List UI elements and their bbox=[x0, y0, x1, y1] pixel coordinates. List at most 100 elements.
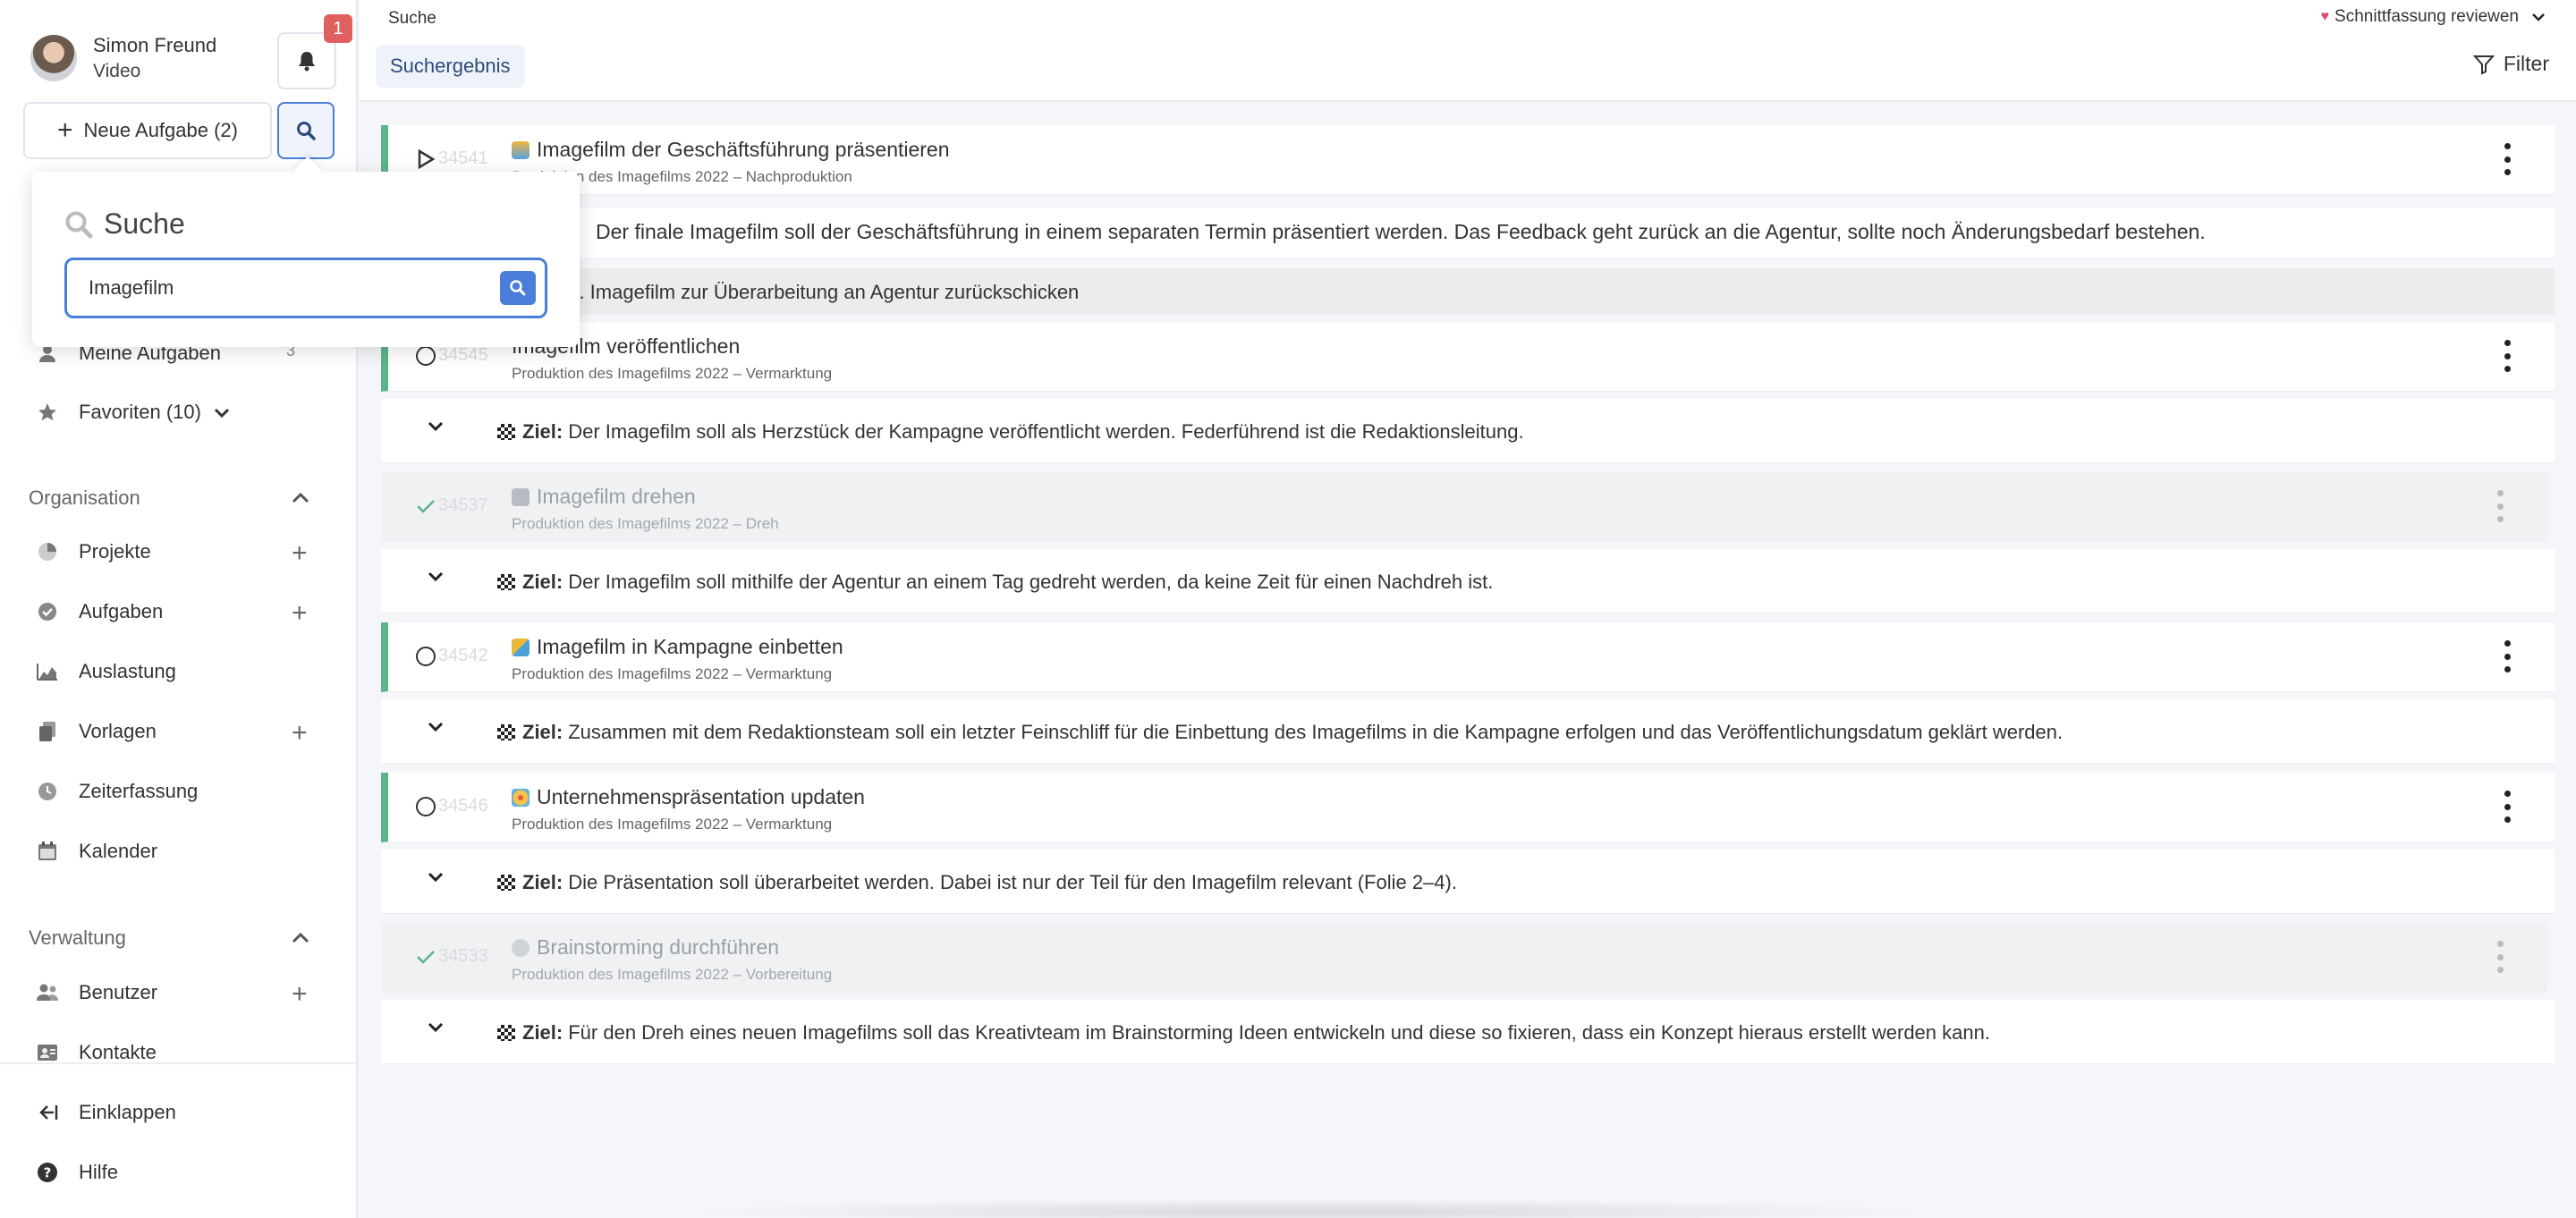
checkered-flag-icon bbox=[497, 424, 515, 440]
user-name: Simon Freund bbox=[93, 34, 217, 56]
task-goal: Ziel: Zusammen mit dem Redaktionsteam sol… bbox=[381, 699, 2555, 764]
task-project: Produktion des Imagefilms 2022 – Dreh bbox=[512, 515, 779, 532]
task-project: Produktion des Imagefilms 2022 – Vermark… bbox=[512, 365, 833, 382]
task-title[interactable]: Imagefilm in Kampagne einbetten bbox=[512, 635, 843, 659]
user-profile[interactable]: Simon Freund Video bbox=[30, 34, 216, 82]
more-options-icon[interactable] bbox=[2503, 640, 2512, 672]
task-row[interactable]: 34546 Unternehmenspräsentation updaten P… bbox=[381, 773, 2555, 842]
sidebar-item-auslastung[interactable]: Auslastung bbox=[36, 660, 176, 683]
task-id: 34541 bbox=[438, 148, 488, 168]
goal-label: Ziel: bbox=[522, 571, 564, 593]
sidebar-item-favorites[interactable]: Favoriten (10) bbox=[36, 401, 230, 424]
sidebar-help-button[interactable]: ? Hilfe bbox=[36, 1161, 118, 1184]
sidebar-item-kalender[interactable]: Kalender bbox=[36, 840, 157, 863]
sidebar-item-zeiterfassung[interactable]: Zeiterfassung bbox=[36, 780, 198, 803]
chevron-down-icon[interactable] bbox=[428, 420, 444, 436]
checkered-flag-icon bbox=[497, 875, 515, 891]
sidebar-item-benutzer[interactable]: Benutzer bbox=[36, 981, 157, 1004]
bottom-shadow bbox=[680, 1198, 1932, 1218]
new-task-button[interactable]: + Neue Aufgabe (2) bbox=[23, 102, 272, 159]
goal-label: Ziel: bbox=[522, 420, 564, 443]
task-project: Produktion des Imagefilms 2022 – Vermark… bbox=[512, 816, 833, 833]
status-circle-icon[interactable] bbox=[415, 796, 436, 817]
new-task-label: Neue Aufgabe (2) bbox=[83, 119, 238, 141]
tab-search-result[interactable]: Suchergebnis bbox=[376, 45, 525, 88]
notification-badge: 1 bbox=[324, 14, 352, 43]
task-id: 34537 bbox=[438, 495, 488, 515]
sidebar-item-label: Auslastung bbox=[79, 660, 176, 682]
checkered-flag-icon bbox=[497, 1025, 515, 1041]
more-options-icon[interactable] bbox=[2496, 490, 2504, 522]
filter-button[interactable]: Filter bbox=[2472, 52, 2549, 76]
plus-icon: + bbox=[57, 115, 73, 145]
search-input[interactable]: Imagefilm bbox=[64, 258, 547, 318]
camera-icon bbox=[512, 487, 530, 506]
chevron-down-icon[interactable] bbox=[428, 721, 444, 737]
task-title[interactable]: Imagefilm drehen bbox=[512, 485, 696, 509]
task-row[interactable]: 34537 Imagefilm drehen Produktion des Im… bbox=[381, 472, 2547, 542]
task-project: Produktion des Imagefilms 2022 – Vorbere… bbox=[512, 966, 833, 983]
filter-icon bbox=[2472, 55, 2495, 75]
sidebar-item-label: Einklappen bbox=[79, 1101, 176, 1123]
calendar-icon bbox=[36, 840, 59, 863]
chevron-down-icon[interactable] bbox=[214, 401, 230, 424]
search-button[interactable] bbox=[277, 102, 335, 159]
more-options-icon[interactable] bbox=[2503, 143, 2512, 175]
sidebar-item-label: Zeiterfassung bbox=[79, 780, 199, 802]
sidebar-item-label: Hilfe bbox=[79, 1161, 119, 1183]
chevron-up-icon[interactable] bbox=[292, 488, 309, 509]
task-row[interactable]: 34542 Imagefilm in Kampagne einbetten Pr… bbox=[381, 622, 2555, 692]
sub-task-item[interactable]: Ggf. Imagefilm zur Überarbeitung an Agen… bbox=[381, 268, 2555, 315]
task-goal: Ziel: Der Imagefilm soll mithilfe der Age… bbox=[381, 549, 2555, 613]
status-circle-icon[interactable] bbox=[415, 345, 436, 367]
task-title[interactable]: Unternehmenspräsentation updaten bbox=[512, 785, 865, 809]
task-id: 34546 bbox=[438, 796, 488, 816]
play-icon[interactable] bbox=[415, 148, 436, 170]
pie-chart-icon bbox=[36, 540, 59, 563]
chevron-down-icon[interactable] bbox=[428, 871, 444, 887]
breadcrumb[interactable]: Suche bbox=[388, 9, 436, 29]
goal-text: Zusammen mit dem Redaktionsteam soll ein… bbox=[568, 721, 2063, 743]
palette-icon bbox=[512, 788, 530, 807]
check-icon[interactable] bbox=[415, 495, 436, 517]
more-options-icon[interactable] bbox=[2496, 941, 2504, 973]
bell-icon bbox=[299, 52, 315, 72]
task-title[interactable]: Imagefilm der Geschäftsführung präsentie… bbox=[512, 138, 950, 162]
goal-text: Der Imagefilm soll mithilfe der Agentur … bbox=[568, 571, 1494, 593]
sidebar-item-aufgaben[interactable]: Aufgaben bbox=[36, 600, 163, 623]
sidebar-item-vorlagen[interactable]: Vorlagen bbox=[36, 720, 157, 743]
area-chart-icon bbox=[36, 660, 59, 683]
more-options-icon[interactable] bbox=[2503, 791, 2512, 823]
task-row[interactable]: 34541 Imagefilm der Geschäftsführung prä… bbox=[381, 125, 2555, 195]
chevron-down-icon[interactable] bbox=[428, 1021, 444, 1037]
status-circle-icon[interactable] bbox=[415, 646, 436, 667]
chevron-down-icon[interactable] bbox=[428, 571, 444, 587]
clock-icon bbox=[36, 780, 59, 803]
add-project-button[interactable]: + bbox=[292, 540, 308, 567]
check-icon[interactable] bbox=[415, 946, 436, 968]
sidebar-item-kontakte[interactable]: Kontakte bbox=[36, 1041, 157, 1064]
task-title[interactable]: Brainstorming durchführen bbox=[512, 935, 779, 960]
add-task-button[interactable]: + bbox=[292, 600, 308, 627]
search-icon bbox=[297, 122, 316, 140]
goal-label: Ziel: bbox=[522, 1021, 564, 1044]
sidebar-divider bbox=[0, 1062, 356, 1064]
more-options-icon[interactable] bbox=[2503, 340, 2512, 372]
task-id: 34545 bbox=[438, 345, 488, 365]
add-template-button[interactable]: + bbox=[292, 720, 308, 747]
chevron-up-icon[interactable] bbox=[292, 928, 309, 949]
avatar bbox=[30, 35, 77, 81]
section-organisation: Organisation bbox=[29, 486, 140, 509]
review-selector[interactable]: ♥ Schnittfassung reviewen bbox=[2321, 7, 2546, 27]
sidebar-item-label: Kontakte bbox=[79, 1041, 157, 1063]
sidebar-collapse-button[interactable]: Einklappen bbox=[36, 1101, 176, 1124]
sidebar-item-label: Aufgaben bbox=[79, 600, 164, 622]
sidebar-item-projekte[interactable]: Projekte bbox=[36, 540, 151, 563]
task-goal: Ziel: Für den Dreh eines neuen Imagefilms… bbox=[381, 1000, 2555, 1064]
add-user-button[interactable]: + bbox=[292, 981, 308, 1008]
task-row[interactable]: 34545 Imagefilm veröffentlichen Produkti… bbox=[381, 322, 2555, 392]
search-submit-button[interactable] bbox=[500, 271, 536, 305]
task-row[interactable]: 34533 Brainstorming durchführen Produkti… bbox=[381, 923, 2547, 993]
task-project: Produktion des Imagefilms 2022 – Vermark… bbox=[512, 665, 833, 682]
sidebar-item-label: Vorlagen bbox=[79, 720, 157, 742]
